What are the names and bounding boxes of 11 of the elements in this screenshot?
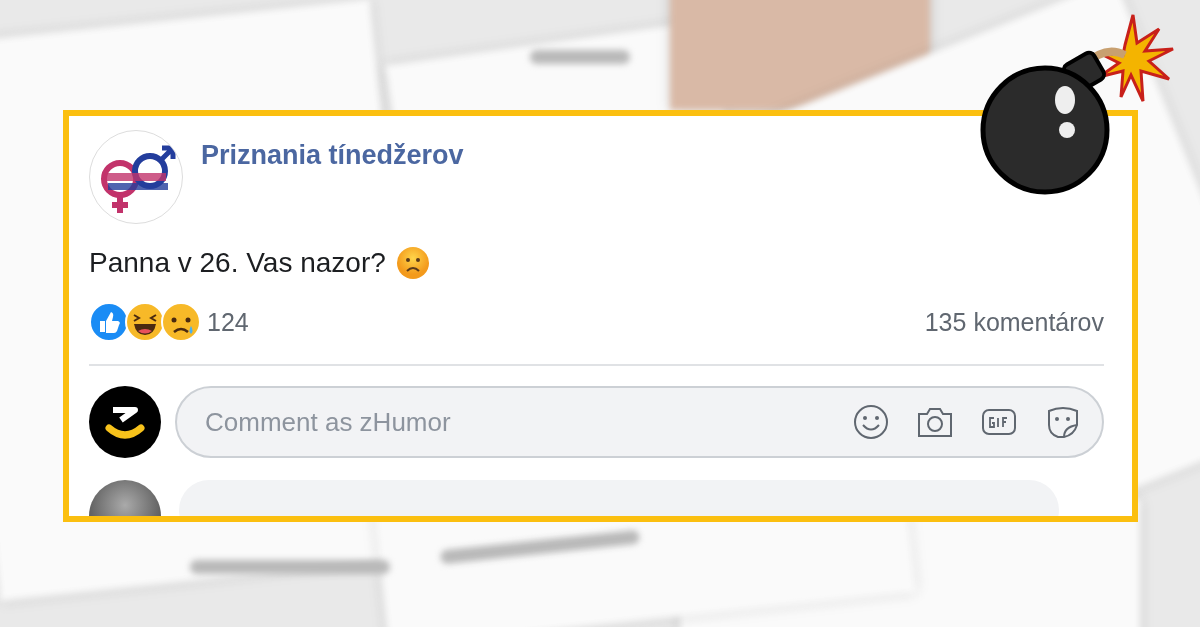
- page-name-link[interactable]: Priznania tínedžerov: [201, 140, 464, 171]
- camera-icon[interactable]: [916, 405, 954, 439]
- comment-field[interactable]: Comment as zHumor: [175, 386, 1104, 458]
- frowning-face-icon: [395, 246, 430, 280]
- comments-count-link[interactable]: 135 komentárov: [924, 307, 1104, 337]
- emoji-icon[interactable]: [852, 403, 890, 441]
- laughing-face-icon[interactable]: [125, 302, 165, 342]
- post-text: Panna v 26. Vas nazor?: [89, 247, 386, 279]
- crying-face-icon[interactable]: [161, 302, 201, 342]
- reaction-count[interactable]: 124: [207, 307, 249, 337]
- user-avatar-icon: [89, 386, 161, 458]
